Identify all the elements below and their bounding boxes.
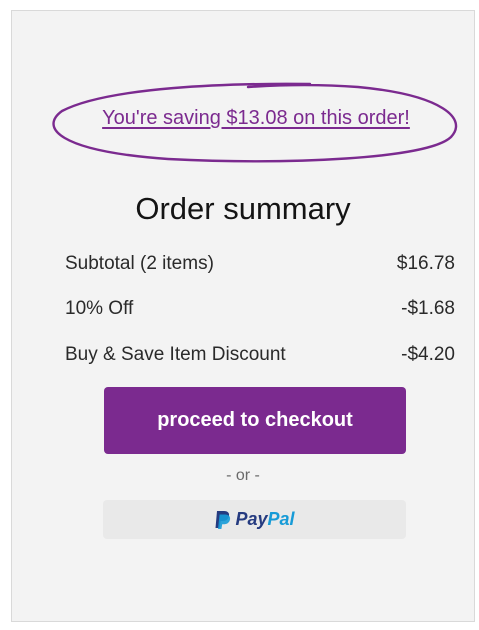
savings-link[interactable]: You're saving $13.08 on this order! bbox=[48, 107, 464, 130]
savings-callout: You're saving $13.08 on this order! bbox=[48, 77, 464, 167]
paypal-button[interactable]: PayPal bbox=[103, 500, 406, 539]
paypal-icon bbox=[215, 510, 231, 529]
percent-off-row: 10% Off -$1.68 bbox=[65, 298, 455, 320]
item-discount-row: Buy & Save Item Discount -$4.20 bbox=[65, 344, 455, 366]
subtotal-row: Subtotal (2 items) $16.78 bbox=[65, 253, 455, 275]
paypal-wordmark: PayPal bbox=[235, 509, 295, 529]
page-title: Order summary bbox=[135, 191, 351, 226]
item-discount-value: -$4.20 bbox=[401, 344, 455, 365]
percent-off-label: 10% Off bbox=[65, 298, 134, 319]
order-summary-card: You're saving $13.08 on this order! Orde… bbox=[11, 10, 475, 622]
percent-off-value: -$1.68 bbox=[401, 298, 455, 319]
subtotal-value: $16.78 bbox=[396, 253, 455, 274]
subtotal-label: Subtotal (2 items) bbox=[65, 253, 214, 274]
or-separator: - or - bbox=[226, 467, 260, 484]
item-discount-label: Buy & Save Item Discount bbox=[65, 344, 286, 365]
proceed-to-checkout-button[interactable]: proceed to checkout bbox=[104, 387, 406, 454]
